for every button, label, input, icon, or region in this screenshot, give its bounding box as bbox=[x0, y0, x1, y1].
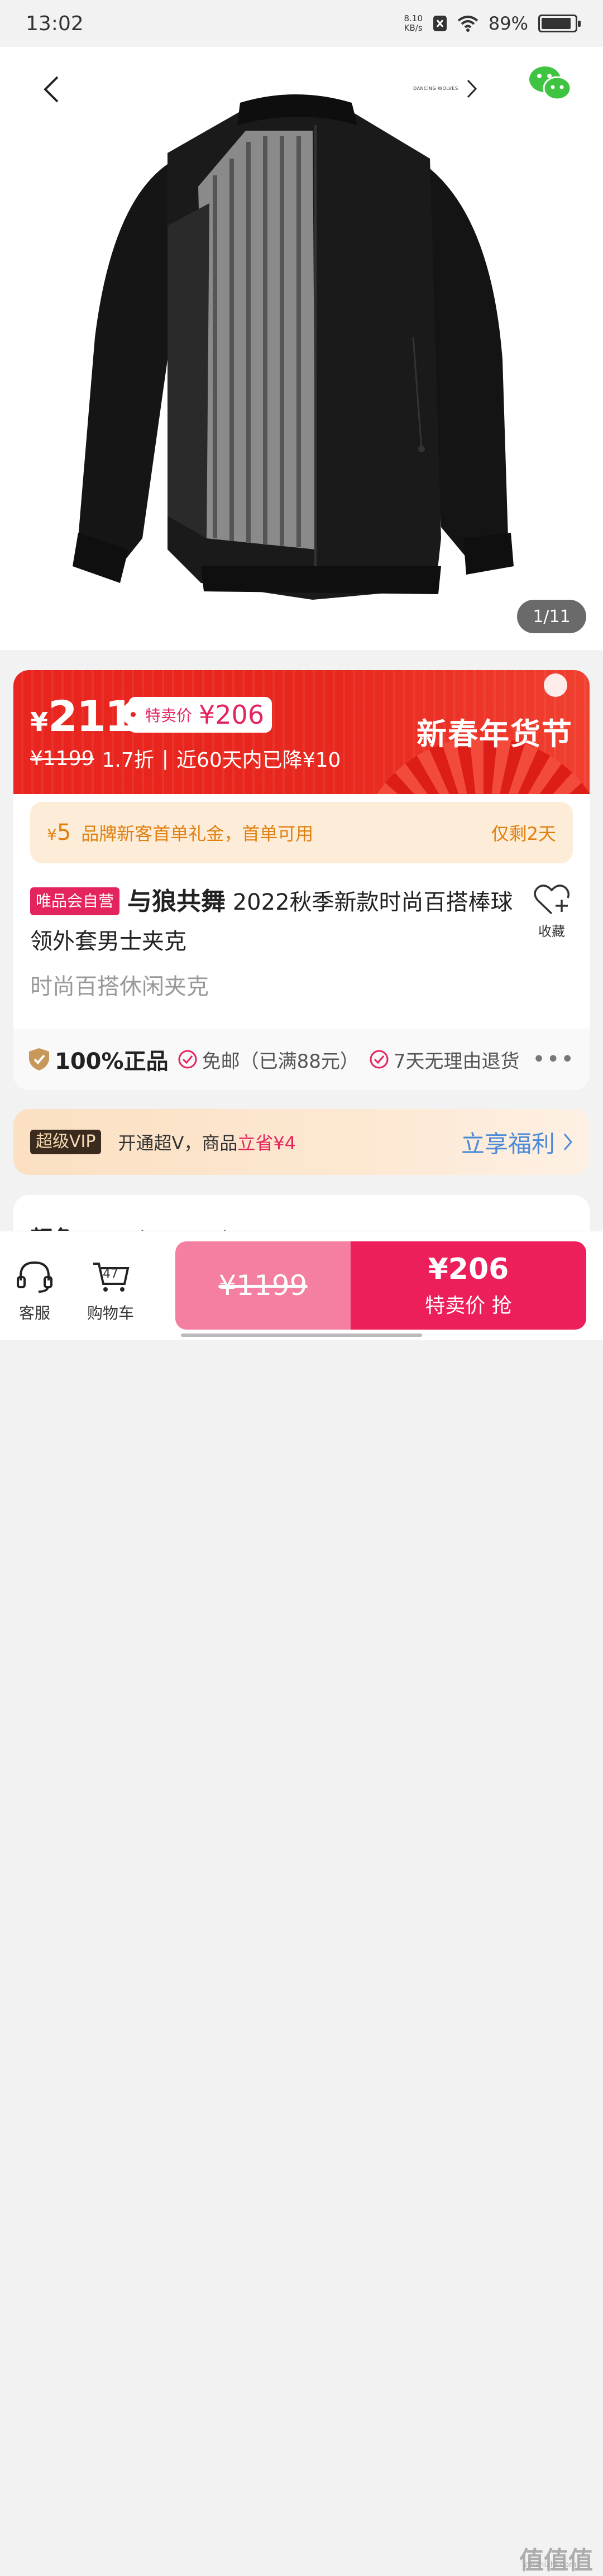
watermark: 值值值 bbox=[519, 2546, 593, 2575]
vip-benefit-link[interactable]: 立享福利 bbox=[461, 1125, 573, 1159]
current-price: ¥ 211 bbox=[30, 691, 135, 741]
bottom-action-bar: 客服 47 购物车 ¥1199 ¥206 特卖价 抢 值值值 zhizhizhi… bbox=[0, 1231, 603, 2575]
watermark-url: zhizhizhi.com bbox=[524, 2560, 577, 2569]
vip-offer-text: 开通超V，商品立省¥4 bbox=[118, 1132, 296, 1154]
product-image-gallery[interactable]: DANCING WOLVES 1/11 bbox=[0, 47, 603, 650]
coupon-text: 品牌新客首单礼金，首单可用 bbox=[81, 823, 314, 844]
price-drop-note: 近60天内已降¥10 bbox=[176, 749, 341, 772]
coupon-amount: ¥5 bbox=[47, 820, 71, 845]
chevron-right-icon bbox=[467, 79, 477, 98]
price-banner: ¥ 211 特卖价 ¥206 ¥1199 1.7折 | 近60天内已降¥10 新… bbox=[13, 670, 590, 794]
status-time: 13:02 bbox=[26, 12, 84, 35]
free-shipping-guarantee: 免邮（已满88元） bbox=[178, 1046, 359, 1073]
heart-plus-icon bbox=[534, 885, 570, 915]
buy-sale-price-button[interactable]: ¥206 特卖价 抢 bbox=[351, 1241, 586, 1330]
image-counter: 1/11 bbox=[517, 600, 586, 633]
returns-guarantee: 7天无理由退货 bbox=[369, 1046, 519, 1073]
guarantee-row[interactable]: 100%正品 免邮（已满88元） 7天无理由退货 ••• bbox=[13, 1029, 590, 1090]
discount-rate: 1.7折 bbox=[102, 749, 154, 772]
brand-logo: DANCING WOLVES bbox=[413, 86, 458, 91]
cart-count-badge: 47 bbox=[103, 1267, 118, 1281]
check-circle-icon bbox=[370, 1050, 389, 1069]
price-details: ¥1199 1.7折 | 近60天内已降¥10 bbox=[30, 744, 341, 773]
chevron-left-icon bbox=[44, 76, 59, 103]
sale-price-tag: 特卖价 ¥206 bbox=[128, 697, 272, 733]
customer-service-button[interactable]: 客服 bbox=[1, 1259, 68, 1323]
check-circle-icon bbox=[178, 1050, 197, 1069]
more-icon[interactable]: ••• bbox=[532, 1046, 575, 1072]
headset-icon bbox=[17, 1261, 52, 1293]
wechat-icon bbox=[529, 66, 572, 101]
coupon-remaining: 仅剩2天 bbox=[491, 823, 556, 844]
battery-percent: 89% bbox=[488, 13, 528, 34]
separator: | bbox=[161, 747, 169, 770]
buy-original-price-button[interactable]: ¥1199 bbox=[175, 1241, 351, 1330]
network-speed: 8.10 KB/s bbox=[404, 13, 423, 33]
status-bar: 13:02 8.10 KB/s 89% bbox=[0, 0, 603, 47]
chevron-right-icon bbox=[563, 1134, 572, 1150]
product-image-jacket bbox=[73, 94, 514, 600]
cart-button[interactable]: 47 购物车 bbox=[77, 1259, 144, 1323]
home-indicator[interactable] bbox=[181, 1334, 422, 1337]
brand-name: 与狼共舞 bbox=[127, 887, 226, 916]
shield-icon bbox=[29, 1048, 49, 1070]
buy-buttons: ¥1199 ¥206 特卖价 抢 bbox=[175, 1241, 586, 1330]
original-price: ¥1199 bbox=[30, 747, 94, 770]
favorite-button[interactable]: 收藏 bbox=[529, 883, 574, 940]
product-info-card: ¥5 品牌新客首单礼金，首单可用 仅剩2天 唯品会自营 与狼共舞 2022秋季新款… bbox=[13, 794, 590, 1090]
notification-x-icon bbox=[433, 16, 447, 31]
authentic-guarantee: 100%正品 bbox=[28, 1043, 169, 1076]
wechat-share-button[interactable] bbox=[528, 64, 573, 103]
coupon-banner[interactable]: ¥5 品牌新客首单礼金，首单可用 仅剩2天 bbox=[30, 802, 573, 863]
brand-store-link[interactable]: DANCING WOLVES bbox=[413, 69, 502, 108]
battery-icon bbox=[538, 15, 581, 32]
super-vip-badge: 超级VIP bbox=[30, 1130, 102, 1154]
status-icons: 8.10 KB/s 89% bbox=[404, 13, 581, 34]
festival-title: 新春年货节 bbox=[417, 716, 573, 752]
wifi-icon bbox=[457, 16, 478, 32]
product-subtitle: 时尚百搭休闲夹克 bbox=[30, 974, 209, 1000]
coin-decoration bbox=[544, 673, 567, 697]
self-operated-badge: 唯品会自营 bbox=[30, 887, 120, 915]
back-button[interactable] bbox=[35, 67, 68, 112]
super-vip-banner[interactable]: 超级VIP 开通超V，商品立省¥4 立享福利 bbox=[13, 1109, 590, 1175]
product-title: 唯品会自营 与狼共舞 2022秋季新款时尚百搭棒球领外套男士夹克 bbox=[30, 882, 521, 961]
